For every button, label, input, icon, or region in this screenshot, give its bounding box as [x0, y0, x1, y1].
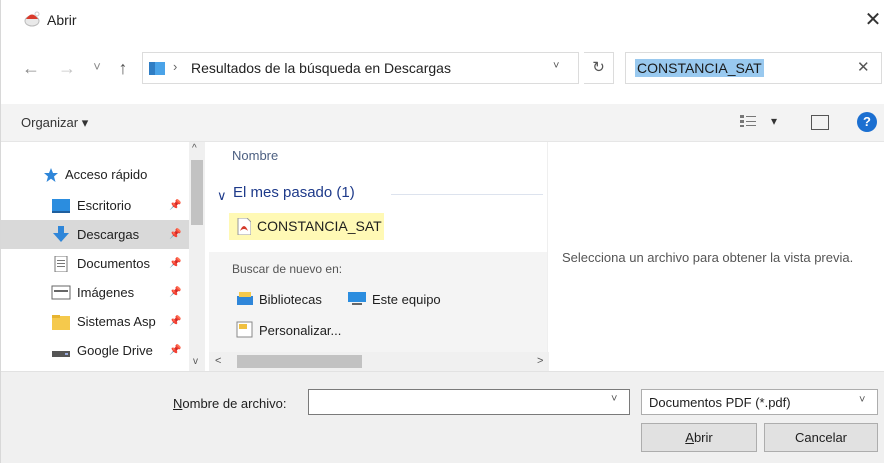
refresh-icon[interactable]: ↻: [584, 52, 614, 84]
open-file-dialog: Abrir ✕ ← → ˅ ↑ › Resultados de la búsqu…: [0, 0, 884, 463]
breadcrumb[interactable]: Resultados de la búsqueda en Descargas: [191, 60, 451, 76]
documents-icon: [54, 256, 68, 272]
column-header-name[interactable]: Nombre: [232, 148, 278, 163]
libraries-icon: [237, 292, 253, 305]
computer-icon: [348, 292, 366, 305]
search-folder-icon: [149, 62, 165, 75]
pin-icon[interactable]: 📌: [169, 316, 181, 327]
group-divider: [391, 194, 543, 195]
file-type-value[interactable]: Documentos PDF (*.pdf): [649, 395, 791, 410]
customize-link[interactable]: Personalizar...: [259, 323, 341, 338]
back-icon[interactable]: ←: [19, 56, 43, 80]
sidebar-item-label: Sistemas Asp: [77, 314, 156, 329]
group-header[interactable]: El mes pasado (1): [233, 184, 355, 201]
chevron-down-icon[interactable]: ˅: [553, 60, 559, 72]
breadcrumb-separator: ›: [173, 59, 178, 74]
up-icon[interactable]: ↑: [112, 56, 134, 80]
sidebar-item-label: Descargas: [77, 227, 140, 242]
close-icon[interactable]: ✕: [861, 6, 884, 34]
libraries-link[interactable]: Bibliotecas: [259, 292, 322, 307]
horizontal-scrollbar-thumb[interactable]: [237, 355, 362, 368]
window-title: Abrir: [47, 12, 77, 28]
search-again-label: Buscar de nuevo en:: [232, 262, 343, 276]
sidebar-item-label: Documentos: [77, 256, 150, 271]
cancel-button[interactable]: Cancelar: [764, 423, 878, 452]
clear-search-icon[interactable]: ✕: [857, 58, 870, 76]
filename-label: Nombre de archivo:: [173, 396, 287, 411]
filename-input[interactable]: [308, 389, 630, 415]
chevron-down-icon[interactable]: ˅: [859, 394, 865, 406]
download-icon: [53, 226, 69, 242]
filename-history-icon[interactable]: ˅: [611, 393, 617, 405]
folder-icon: [52, 315, 70, 330]
scroll-left-icon[interactable]: <: [215, 355, 221, 367]
group-chevron-icon[interactable]: ∨: [217, 188, 227, 204]
sidebar-item-label: Escritorio: [77, 198, 132, 213]
pin-icon[interactable]: 📌: [169, 258, 181, 269]
scrollbar-thumb[interactable]: [191, 160, 203, 225]
open-button[interactable]: Abrir: [641, 423, 757, 452]
pdf-file-icon: [237, 218, 251, 235]
scroll-down-icon[interactable]: v: [193, 356, 198, 367]
quick-access-label[interactable]: Acceso rápido: [65, 167, 147, 182]
search-query[interactable]: CONSTANCIA_SAT: [635, 59, 764, 77]
forward-icon[interactable]: →: [55, 56, 79, 80]
customize-search-icon: [236, 321, 253, 338]
view-dropdown-icon[interactable]: ▾: [771, 114, 777, 128]
sidebar-item-label: Google Drive: [77, 343, 153, 358]
desktop-icon: [52, 199, 70, 213]
this-pc-link[interactable]: Este equipo: [372, 292, 441, 307]
pictures-icon: [51, 285, 71, 300]
pin-icon[interactable]: 📌: [169, 345, 181, 356]
app-icon: [24, 11, 40, 27]
preview-pane-icon[interactable]: [811, 115, 829, 130]
scroll-up-icon[interactable]: ^: [192, 143, 197, 154]
star-icon: [44, 168, 58, 182]
pin-icon[interactable]: 📌: [169, 229, 181, 240]
pin-icon[interactable]: 📌: [169, 287, 181, 298]
pin-icon[interactable]: 📌: [169, 200, 181, 211]
organize-menu-button[interactable]: Organizar ▾: [21, 115, 88, 131]
preview-message: Selecciona un archivo para obtener la vi…: [562, 250, 854, 265]
file-name[interactable]: CONSTANCIA_SAT: [257, 218, 382, 234]
view-options-icon[interactable]: [739, 114, 757, 128]
pane-divider[interactable]: [547, 142, 548, 371]
recent-locations-icon[interactable]: ˅: [89, 55, 105, 79]
title-bar: [1, 0, 884, 44]
help-icon[interactable]: ?: [857, 112, 877, 132]
scroll-right-icon[interactable]: >: [537, 355, 543, 367]
sidebar-item-label: Imágenes: [77, 285, 135, 300]
drive-icon: [52, 351, 70, 357]
